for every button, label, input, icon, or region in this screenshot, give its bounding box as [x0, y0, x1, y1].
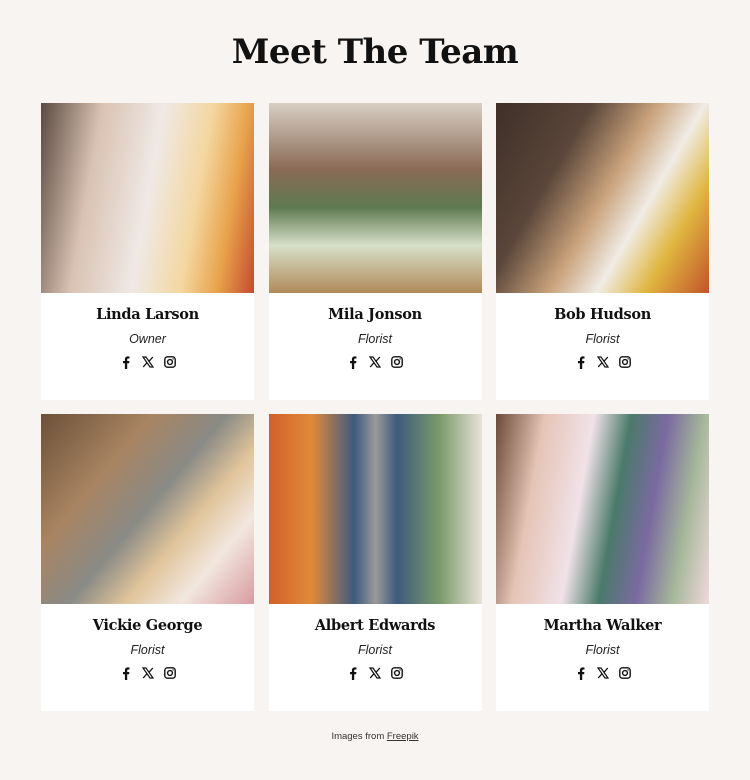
member-role: Florist	[130, 643, 165, 657]
member-role: Florist	[585, 643, 620, 657]
x-icon[interactable]	[141, 355, 155, 369]
instagram-icon[interactable]	[163, 355, 177, 369]
team-photo	[268, 414, 482, 604]
credit-text: Images from	[331, 731, 387, 742]
team-grid: Linda Larson Owner Mila Jonson Florist B…	[41, 103, 709, 711]
facebook-icon[interactable]	[574, 666, 588, 680]
social-links	[574, 355, 632, 369]
freepik-link[interactable]: Freepik	[387, 731, 419, 742]
member-name: Vickie George	[92, 617, 203, 634]
instagram-icon[interactable]	[618, 355, 632, 369]
member-name: Linda Larson	[96, 306, 199, 323]
x-icon[interactable]	[368, 666, 382, 680]
member-name: Albert Edwards	[314, 617, 436, 634]
instagram-icon[interactable]	[618, 666, 632, 680]
team-card: Martha Walker Florist	[496, 414, 709, 711]
member-name: Martha Walker	[543, 617, 662, 634]
member-role: Florist	[585, 332, 620, 346]
member-name: Mila Jonson	[328, 306, 422, 323]
social-links	[346, 666, 404, 680]
social-links	[119, 355, 177, 369]
social-links	[346, 355, 404, 369]
team-card: Albert Edwards Florist	[268, 414, 482, 711]
member-name: Bob Hudson	[554, 306, 651, 323]
member-role: Florist	[357, 332, 393, 346]
team-photo	[268, 103, 482, 293]
social-links	[119, 666, 177, 680]
x-icon[interactable]	[596, 355, 610, 369]
page-title: Meet The Team	[231, 32, 519, 72]
x-icon[interactable]	[141, 666, 155, 680]
team-card: Linda Larson Owner	[41, 103, 254, 400]
facebook-icon[interactable]	[574, 355, 588, 369]
team-photo	[41, 103, 254, 293]
facebook-icon[interactable]	[346, 355, 360, 369]
x-icon[interactable]	[596, 666, 610, 680]
member-role: Owner	[129, 332, 166, 346]
instagram-icon[interactable]	[390, 355, 404, 369]
social-links	[574, 666, 632, 680]
team-photo	[496, 103, 709, 293]
team-card: Vickie George Florist	[41, 414, 254, 711]
team-card: Mila Jonson Florist	[268, 103, 482, 400]
facebook-icon[interactable]	[119, 666, 133, 680]
team-photo	[41, 414, 254, 604]
team-card: Bob Hudson Florist	[496, 103, 709, 400]
facebook-icon[interactable]	[346, 666, 360, 680]
team-photo	[496, 414, 709, 604]
instagram-icon[interactable]	[163, 666, 177, 680]
image-credit: Images from Freepik	[0, 731, 750, 742]
member-role: Florist	[357, 643, 393, 657]
x-icon[interactable]	[368, 355, 382, 369]
instagram-icon[interactable]	[390, 666, 404, 680]
facebook-icon[interactable]	[119, 355, 133, 369]
